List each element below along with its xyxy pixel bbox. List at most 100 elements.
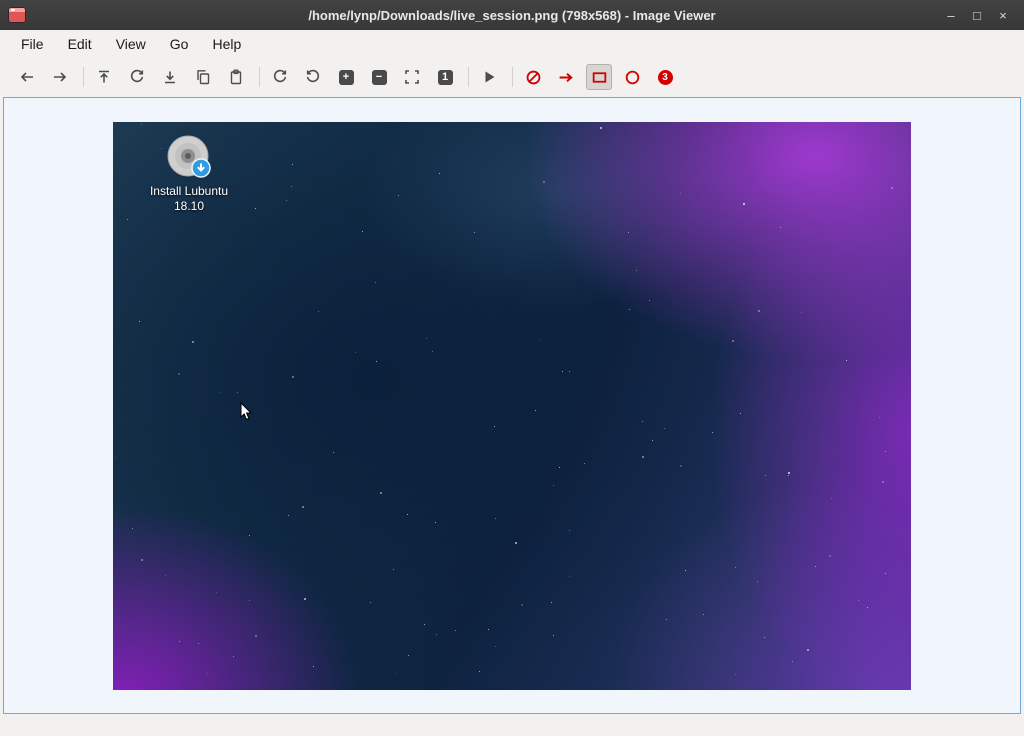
toolbar-separator xyxy=(259,67,260,87)
arrow-annotation-button[interactable] xyxy=(553,64,579,90)
star xyxy=(891,187,893,189)
star xyxy=(362,231,363,232)
no-annotation-icon xyxy=(525,69,542,86)
star xyxy=(743,203,745,205)
star xyxy=(178,373,180,375)
rotate-clockwise-button[interactable] xyxy=(267,64,293,90)
image-canvas[interactable]: Install Lubuntu 18.10 xyxy=(3,97,1021,714)
rectangle-annotation-icon xyxy=(591,69,608,86)
no-annotation-button[interactable] xyxy=(520,64,546,90)
star xyxy=(407,514,408,515)
copy-button[interactable] xyxy=(190,64,216,90)
star xyxy=(735,674,736,675)
copy-icon xyxy=(195,69,211,85)
play-icon xyxy=(481,69,497,85)
star xyxy=(758,310,760,312)
star xyxy=(521,604,523,606)
star xyxy=(765,475,766,476)
star xyxy=(302,506,304,508)
star xyxy=(318,311,319,312)
star xyxy=(559,467,560,468)
desktop-icon-label: Install Lubuntu 18.10 xyxy=(150,184,228,214)
paste-button[interactable] xyxy=(223,64,249,90)
mouse-cursor-icon xyxy=(240,402,254,422)
star xyxy=(216,592,217,593)
star xyxy=(165,575,166,576)
rectangle-annotation-button[interactable] xyxy=(586,64,612,90)
toolbar: + − 1 3 xyxy=(0,58,1024,96)
maximize-button[interactable]: □ xyxy=(966,4,988,26)
star xyxy=(393,569,394,570)
star xyxy=(543,181,545,183)
reload-button[interactable] xyxy=(124,64,150,90)
next-button[interactable] xyxy=(47,64,73,90)
menu-go[interactable]: Go xyxy=(159,33,200,55)
cd-disc-icon xyxy=(165,134,213,182)
star xyxy=(780,227,781,228)
star xyxy=(735,567,736,568)
star xyxy=(304,598,306,600)
star xyxy=(288,515,289,516)
star xyxy=(703,614,704,615)
star xyxy=(398,195,399,196)
star xyxy=(792,661,793,662)
star xyxy=(649,300,650,301)
star xyxy=(740,413,741,414)
zoom-out-icon: − xyxy=(372,70,387,85)
star xyxy=(652,440,653,441)
fit-window-icon xyxy=(404,69,420,85)
titlebar[interactable]: /home/lynp/Downloads/live_session.png (7… xyxy=(0,0,1024,30)
statusbar xyxy=(0,714,1024,736)
zoom-out-button[interactable]: − xyxy=(366,64,392,90)
rotate-counterclockwise-icon xyxy=(305,69,321,85)
star xyxy=(600,127,602,129)
menu-view[interactable]: View xyxy=(105,33,157,55)
window-controls: – □ × xyxy=(940,4,1024,26)
upload-button[interactable] xyxy=(91,64,117,90)
slideshow-button[interactable] xyxy=(476,64,502,90)
star xyxy=(879,417,880,418)
star xyxy=(237,392,238,393)
star xyxy=(292,164,293,165)
star xyxy=(829,555,831,557)
star xyxy=(569,576,570,577)
star xyxy=(628,232,629,233)
save-icon xyxy=(162,69,178,85)
previous-button[interactable] xyxy=(14,64,40,90)
menu-edit[interactable]: Edit xyxy=(57,33,103,55)
star xyxy=(207,673,208,674)
save-button[interactable] xyxy=(157,64,183,90)
fit-window-button[interactable] xyxy=(399,64,425,90)
star xyxy=(488,629,489,630)
menu-help[interactable]: Help xyxy=(201,33,252,55)
upload-icon xyxy=(96,69,112,85)
star xyxy=(436,634,437,635)
star xyxy=(553,485,554,486)
zoom-in-button[interactable]: + xyxy=(333,64,359,90)
star xyxy=(882,481,884,483)
star xyxy=(807,649,809,651)
close-button[interactable]: × xyxy=(992,4,1014,26)
star xyxy=(375,282,376,283)
minimize-button[interactable]: – xyxy=(940,4,962,26)
star xyxy=(495,646,496,647)
menu-file[interactable]: File xyxy=(10,33,55,55)
circle-annotation-button[interactable] xyxy=(619,64,645,90)
star xyxy=(333,452,334,453)
star xyxy=(291,186,292,187)
star xyxy=(553,635,554,636)
star xyxy=(494,426,495,427)
star xyxy=(432,351,433,352)
star xyxy=(474,232,475,233)
star xyxy=(584,463,585,464)
rotate-clockwise-icon xyxy=(272,69,288,85)
number-annotation-button[interactable]: 3 xyxy=(652,64,678,90)
star xyxy=(515,542,517,544)
star xyxy=(198,643,199,644)
rotate-counterclockwise-button[interactable] xyxy=(300,64,326,90)
star xyxy=(831,498,832,499)
zoom-in-icon: + xyxy=(339,70,354,85)
menubar: File Edit View Go Help xyxy=(0,30,1024,58)
star xyxy=(355,352,356,353)
original-size-button[interactable]: 1 xyxy=(432,64,458,90)
